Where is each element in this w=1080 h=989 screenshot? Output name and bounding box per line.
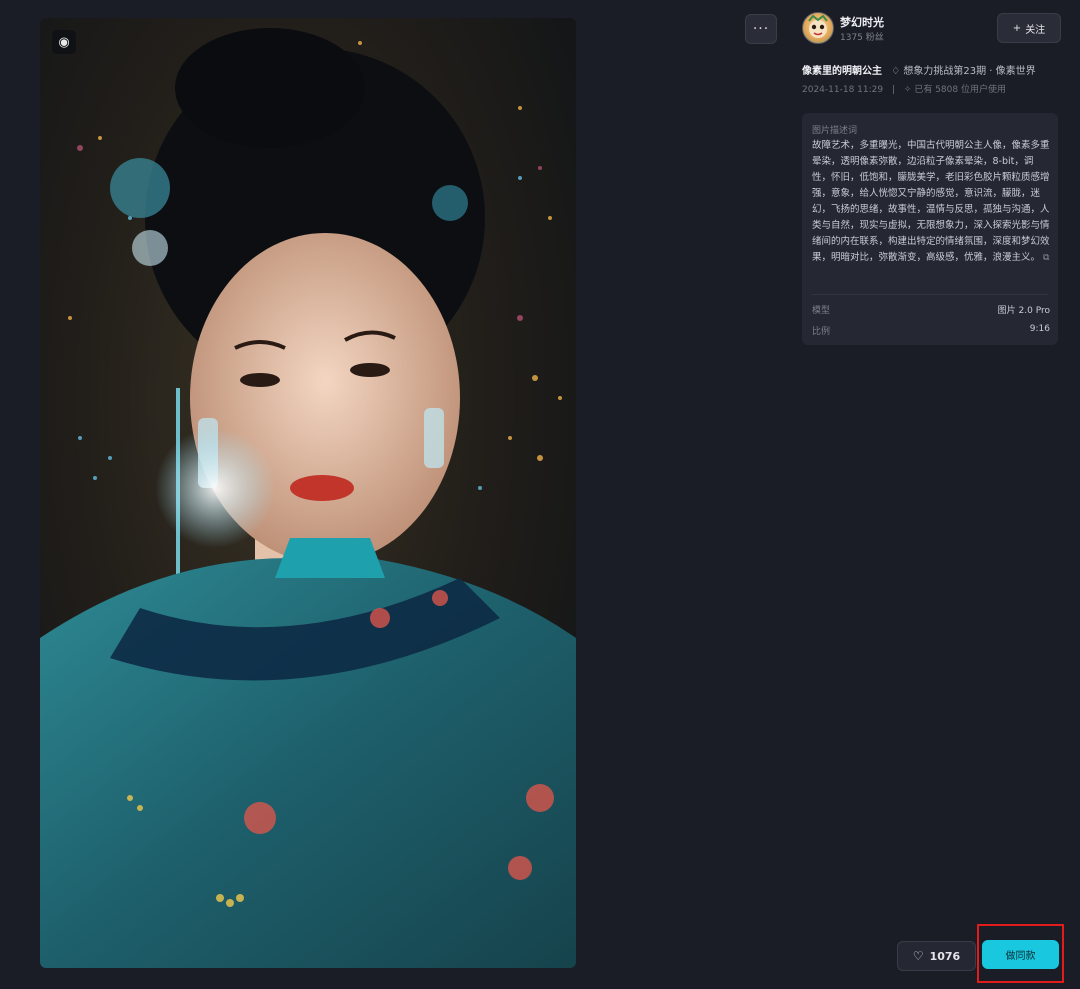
model-row: 模型 图片 2.0 Pro: [812, 303, 1050, 316]
ratio-value: 9:16: [1029, 324, 1050, 334]
details-panel: 梦幻时光 1375 粉丝 像素里的明朝公主 ♢ 想象力挑战第23期 · 像素世界…: [780, 0, 1080, 989]
brain-icon: ◉: [52, 30, 76, 54]
author-name[interactable]: 梦幻时光: [840, 14, 884, 30]
author-fans-count: 1375 粉丝: [840, 33, 884, 43]
image-viewer: ◉: [0, 0, 780, 989]
wand-icon: ✧: [903, 85, 912, 95]
follow-button[interactable]: + 关注: [997, 13, 1061, 43]
model-label: 模型: [812, 306, 831, 316]
like-button[interactable]: ♡ 1076: [897, 941, 976, 971]
avatar[interactable]: [802, 12, 834, 44]
ratio-row: 比例 9:16: [812, 324, 1050, 337]
bulb-icon: ♢: [891, 66, 901, 77]
make-same-label: 做同款: [1005, 951, 1036, 962]
prompt-label: 图片描述词: [812, 126, 858, 136]
usage-count: 已有 5808 位用户使用: [914, 85, 1006, 95]
plus-icon: +: [1012, 22, 1022, 34]
work-meta: 2024-11-18 11:29 | ✧ 已有 5808 位用户使用: [802, 82, 1006, 95]
heart-icon: ♡: [912, 949, 924, 963]
card-divider: [812, 294, 1048, 295]
prompt-text: 故障艺术，多重曝光，中国古代明朝公主人像，像素多重晕染，透明像素弥散，边沿粒子像…: [812, 138, 1050, 266]
copy-icon[interactable]: ⧉: [1043, 253, 1049, 263]
portrait-illustration: [40, 28, 576, 968]
meta-separator: |: [891, 85, 896, 95]
work-title: 像素里的明朝公主: [802, 66, 882, 77]
make-same-button[interactable]: 做同款: [982, 940, 1059, 969]
publish-date: 2024-11-18 11:29: [802, 85, 884, 95]
ratio-label: 比例: [812, 327, 831, 337]
generated-image[interactable]: ◉: [40, 18, 576, 968]
more-options-button[interactable]: ···: [745, 14, 777, 44]
more-icon: ···: [752, 21, 770, 37]
work-title-row: 像素里的明朝公主 ♢ 想象力挑战第23期 · 像素世界: [802, 62, 1036, 77]
prompt-text-content: 故障艺术，多重曝光，中国古代明朝公主人像，像素多重晕染，透明像素弥散，边沿粒子像…: [812, 140, 1050, 263]
follow-label: 关注: [1025, 24, 1046, 36]
like-count: 1076: [929, 949, 961, 963]
challenge-tag[interactable]: ♢ 想象力挑战第23期 · 像素世界: [891, 66, 1035, 77]
model-value: 图片 2.0 Pro: [997, 306, 1050, 316]
challenge-label: 想象力挑战第23期 · 像素世界: [903, 66, 1036, 77]
prompt-card: 图片描述词 故障艺术，多重曝光，中国古代明朝公主人像，像素多重晕染，透明像素弥散…: [802, 113, 1058, 345]
